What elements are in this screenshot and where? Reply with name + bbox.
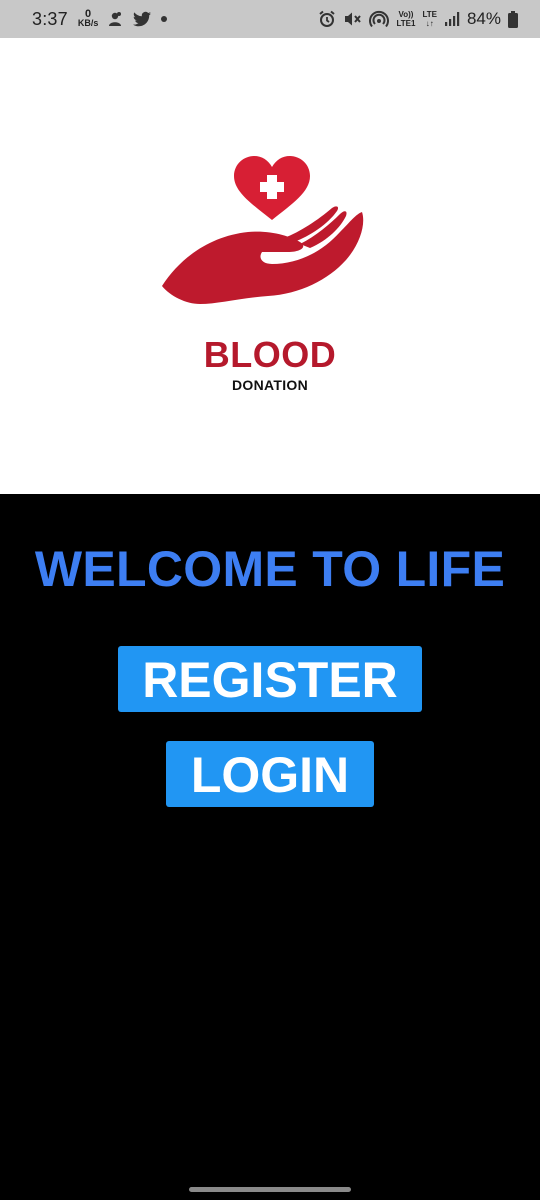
logo-subtitle: DONATION	[231, 377, 309, 393]
notification-dot-icon	[160, 15, 168, 23]
lte-indicator: LTE ↓↑	[422, 10, 437, 28]
blood-donation-logo	[150, 148, 380, 348]
mute-icon	[343, 10, 362, 28]
login-button[interactable]: LOGIN	[166, 741, 374, 807]
network-speed-unit: KB/s	[77, 18, 99, 28]
lte-top: LTE	[422, 10, 437, 19]
volte-bottom: LTE1	[396, 19, 416, 28]
data-saver-icon	[106, 10, 124, 28]
twitter-icon	[132, 11, 152, 28]
register-button[interactable]: REGISTER	[118, 646, 422, 712]
logo-title: BLOOD	[203, 334, 337, 375]
hotspot-icon	[369, 10, 390, 28]
signal-icon	[444, 11, 460, 27]
status-time: 3:37	[32, 8, 68, 29]
welcome-heading: WELCOME TO LIFE	[34, 541, 506, 597]
heart-icon	[234, 156, 310, 220]
status-bar: 3:37 0 KB/s Vo)) LTE1 LTE ↓↑ 84%	[0, 0, 540, 38]
app-screen: 3:37 0 KB/s Vo)) LTE1 LTE ↓↑ 84% BLOOD D…	[0, 0, 540, 1200]
logo-panel: BLOOD DONATION	[0, 38, 540, 494]
battery-percent: 84%	[466, 9, 501, 28]
hand-icon	[162, 206, 364, 304]
volte-top: Vo))	[398, 10, 414, 19]
home-indicator[interactable]	[189, 1187, 351, 1192]
battery-icon	[508, 10, 518, 28]
volte-indicator: Vo)) LTE1	[396, 10, 415, 28]
alarm-icon	[318, 10, 336, 28]
lte-bottom: ↓↑	[425, 19, 434, 28]
network-speed: 0 KB/s	[77, 9, 99, 28]
